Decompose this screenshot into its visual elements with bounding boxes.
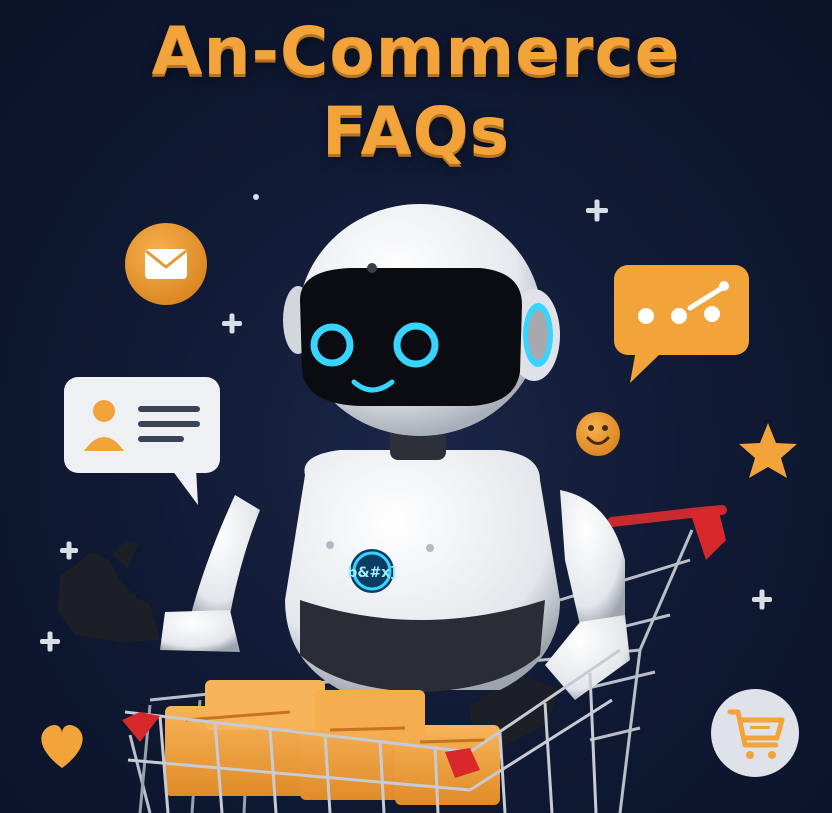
cart-handle — [607, 505, 727, 560]
shopping-cart-icon — [711, 689, 799, 777]
robot-torso: b&#x] — [285, 450, 560, 692]
poster-illustration: b&#x] — [40, 194, 799, 813]
email-icon — [125, 223, 207, 305]
star-icon — [739, 423, 797, 478]
chat-bubble-icon — [614, 265, 749, 383]
smiley-icon — [576, 412, 620, 456]
poster: An-Commerce FAQs b&#x] — [0, 0, 832, 813]
heart-icon — [41, 724, 83, 768]
robot-badge-text: b&#x] — [347, 565, 396, 581]
cart-bumper-left — [122, 712, 160, 742]
robot-left-arm — [58, 495, 260, 652]
robot-head — [283, 204, 560, 436]
user-profile-icon — [64, 377, 220, 505]
